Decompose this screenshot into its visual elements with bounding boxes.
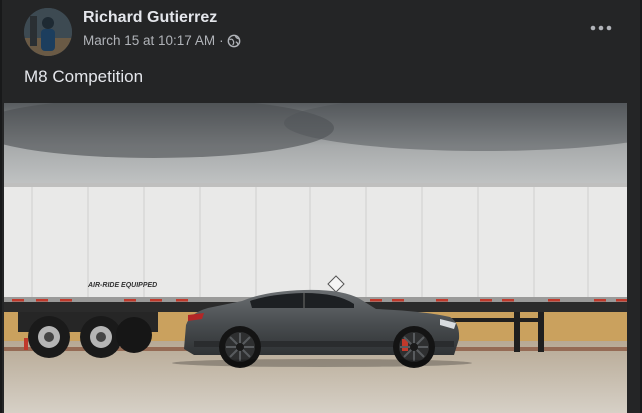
globe-icon[interactable] <box>227 34 241 48</box>
meta-separator: · <box>219 33 224 48</box>
trailer-wheels <box>28 316 152 358</box>
post-caption: M8 Competition <box>24 67 144 86</box>
post-timestamp[interactable]: March 15 at 10:17 AM <box>83 33 215 48</box>
avatar-image <box>24 8 72 56</box>
post-header: Richard Gutierrez March 15 at 10:17 AM · <box>2 0 640 60</box>
post-meta: March 15 at 10:17 AM · <box>83 33 241 48</box>
author-name[interactable]: Richard Gutierrez <box>83 9 217 27</box>
post-card: Richard Gutierrez March 15 at 10:17 AM ·… <box>2 0 640 413</box>
more-horizontal-icon[interactable] <box>586 16 616 40</box>
post-photo[interactable]: AIR-RIDE EQUIPPED <box>4 103 627 413</box>
trailer-label: AIR-RIDE EQUIPPED <box>87 282 157 289</box>
avatar[interactable] <box>24 8 72 56</box>
